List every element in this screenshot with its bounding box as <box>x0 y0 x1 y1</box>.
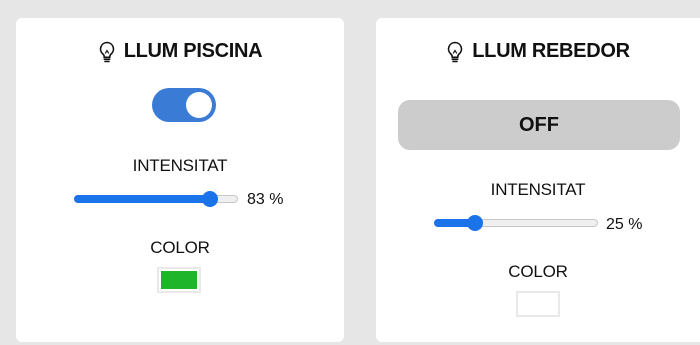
card-title-text: LLUM PISCINA <box>123 40 263 62</box>
slider-thumb[interactable] <box>202 191 218 207</box>
lightbulb-icon <box>446 41 464 63</box>
intensity-slider[interactable] <box>434 215 598 231</box>
power-toggle[interactable] <box>152 88 216 122</box>
off-button[interactable]: OFF <box>398 100 680 150</box>
light-card-piscina: LLUM PISCINA INTENSITAT 83 % COLOR <box>16 18 344 342</box>
intensity-slider[interactable] <box>74 191 238 207</box>
color-swatch <box>161 271 197 289</box>
slider-fill <box>74 195 210 203</box>
color-label: COLOR <box>508 262 568 281</box>
toggle-knob <box>186 92 212 118</box>
color-swatch <box>520 295 556 313</box>
intensity-value: 83 % <box>247 191 284 208</box>
color-picker[interactable] <box>516 291 560 317</box>
slider-thumb[interactable] <box>467 215 483 231</box>
intensity-label: INTENSITAT <box>132 156 228 175</box>
intensity-value: 25 % <box>606 216 643 233</box>
light-card-rebedor: LLUM REBEDOR OFF INTENSITAT 25 % COLOR <box>376 18 700 342</box>
card-title-text: LLUM REBEDOR <box>472 40 630 62</box>
color-picker[interactable] <box>157 267 201 293</box>
lightbulb-icon <box>98 41 116 63</box>
card-title: LLUM PISCINA <box>16 40 344 63</box>
color-label: COLOR <box>150 238 210 257</box>
intensity-label: INTENSITAT <box>490 180 586 199</box>
card-title: LLUM REBEDOR <box>376 40 700 63</box>
